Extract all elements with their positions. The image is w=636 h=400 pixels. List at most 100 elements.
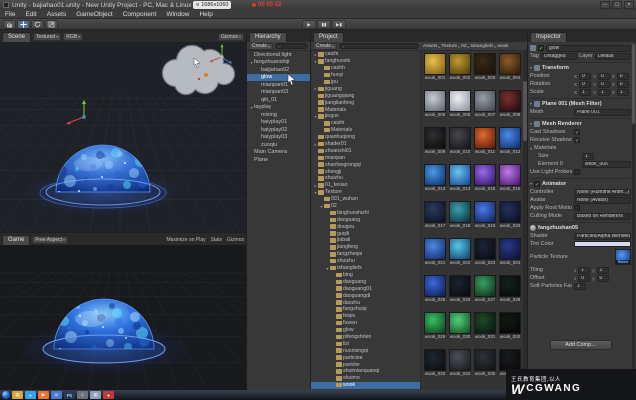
hierarchy-item-mianpan03[interactable]: mianpan03 <box>247 89 310 97</box>
project-folder-guqili[interactable]: guqili <box>311 230 420 237</box>
breadcrumb-item-texture[interactable]: Texture <box>441 44 457 49</box>
project-folder-dougou[interactable]: dougou <box>311 223 420 230</box>
asset-wook-004[interactable]: wook_004 <box>498 53 522 89</box>
project-folder-particlee[interactable]: particlee <box>311 354 420 361</box>
hierarchy-item-zuoqiu[interactable]: zuoqiu <box>247 141 310 149</box>
asset-wook-027[interactable]: wook_027 <box>473 275 497 311</box>
project-folder-mianpan[interactable]: mianpan <box>311 154 420 161</box>
position-x-field[interactable]: 0 <box>579 72 592 80</box>
add-component-button[interactable]: Add Comp... <box>549 340 612 350</box>
project-folder-jiangfeng[interactable]: jiangfeng <box>311 244 420 251</box>
project-folder-glow[interactable]: glow <box>311 327 420 334</box>
asset-wook-003[interactable]: wook_003 <box>473 53 497 89</box>
taskbar-icon-notepad[interactable]: ▥ <box>90 391 101 399</box>
project-search-input[interactable]: ○ <box>339 43 419 49</box>
tab-game[interactable]: Game <box>2 234 31 245</box>
foldout-icon[interactable]: ▾ <box>530 121 532 126</box>
asset-wook-008[interactable]: wook_008 <box>498 90 522 126</box>
mesh-filter-component-header[interactable]: ▾ Plane 001 (Mesh Filter) <box>530 98 631 108</box>
window-titlebar[interactable]: Unity - bajiahao01.unity - New Unity Pro… <box>0 0 636 10</box>
project-folder-paricler[interactable]: paricler <box>311 361 420 368</box>
scene-channel-dropdown[interactable]: RGB ▾ <box>63 32 84 41</box>
scale-x-field[interactable]: 1 <box>579 88 592 96</box>
hierarchy-item-baijiahao02[interactable]: baijiahao02 <box>247 66 310 74</box>
position-z-field[interactable]: 0 <box>616 72 629 80</box>
root-motion-checkbox[interactable] <box>574 205 580 211</box>
mesh-field[interactable]: Plane 001 <box>574 108 631 116</box>
asset-wook-023[interactable]: wook_023 <box>473 238 497 274</box>
hierarchy-item-directional-light[interactable]: Directional light <box>247 51 310 59</box>
pause-button[interactable]: ▮▮ <box>317 20 331 29</box>
hierarchy-item-haiyplay02[interactable]: haiyplay02 <box>247 126 310 134</box>
project-folder-cashh[interactable]: cashh <box>311 65 420 72</box>
asset-wook-011[interactable]: wook_011 <box>473 127 497 163</box>
hierarchy-item-mixing[interactable]: mixing <box>247 111 310 119</box>
project-folder-001-wuhan[interactable]: 001_wuhan <box>311 196 420 203</box>
asset-wook-002[interactable]: wook_002 <box>448 53 472 89</box>
project-folder-shengji[interactable]: shengji <box>311 168 420 175</box>
animator-enabled-checkbox[interactable]: ✓ <box>534 180 541 188</box>
project-folder-materials[interactable]: Materials <box>311 127 420 134</box>
scale-z-field[interactable]: 1 <box>616 88 629 96</box>
asset-wook-034[interactable]: wook_034 <box>448 349 472 385</box>
asset-wook-022[interactable]: wook_022 <box>448 238 472 274</box>
breadcrumb-item-txbangliefx[interactable]: txbangliefx <box>471 44 494 49</box>
asset-wook-032[interactable]: wook_032 <box>498 312 522 348</box>
asset-wook-005[interactable]: wook_005 <box>423 90 447 126</box>
project-folder-materials[interactable]: Materials <box>311 106 420 113</box>
asset-wook-021[interactable]: wook_021 <box>423 238 447 274</box>
taskbar-icon-explorer[interactable]: ▤ <box>12 391 23 399</box>
project-folder-feiqiu[interactable]: feiqiu <box>311 313 420 320</box>
asset-wook-017[interactable]: wook_017 <box>423 201 447 237</box>
asset-wook-012[interactable]: wook_012 <box>498 127 522 163</box>
hierarchy-create-button[interactable]: Create ▾ <box>249 42 274 50</box>
project-folder-daoguang[interactable]: daoguang <box>311 278 420 285</box>
asset-wook-014[interactable]: wook_014 <box>448 164 472 200</box>
asset-wook-020[interactable]: wook_020 <box>498 201 522 237</box>
asset-wook-013[interactable]: wook_013 <box>423 164 447 200</box>
asset-wook-035[interactable]: wook_035 <box>473 349 497 385</box>
project-folder-caizhi[interactable]: ▸ caizhi <box>311 51 420 58</box>
asset-wook-007[interactable]: wook_007 <box>473 90 497 126</box>
asset-wook-001[interactable]: wook_001 <box>423 53 447 89</box>
project-folder-daozhu[interactable]: daozhu <box>311 299 420 306</box>
project-folder-lizi[interactable]: lizi <box>311 340 420 347</box>
menu-item-file[interactable]: File <box>0 11 20 18</box>
aspect-dropdown[interactable]: Free Aspect ▾ <box>32 235 69 244</box>
tag-dropdown[interactable]: Untagged <box>540 52 578 60</box>
taskbar-icon-media-player[interactable]: ▶ <box>38 391 49 399</box>
object-name-field[interactable]: glow <box>546 44 631 52</box>
inspector-scrollbar[interactable] <box>632 44 635 388</box>
project-folder-shuimo[interactable]: shuimo <box>311 375 420 382</box>
project-folder-jiguangqiang[interactable]: jiguangqiang <box>311 92 420 99</box>
game-gizmos-dropdown[interactable]: Gizmos <box>227 237 244 243</box>
foldout-icon[interactable]: ▾ <box>530 65 532 70</box>
asset-wook-029[interactable]: wook_029 <box>423 312 447 348</box>
asset-wook-028[interactable]: wook_028 <box>498 275 522 311</box>
asset-wook-026[interactable]: wook_026 <box>448 275 472 311</box>
menu-item-component[interactable]: Component <box>118 11 162 18</box>
light-probes-checkbox[interactable] <box>574 169 580 175</box>
breadcrumb-item-02[interactable]: 02 <box>461 44 466 49</box>
scene-shading-dropdown[interactable]: Textured ▾ <box>33 32 62 41</box>
step-button[interactable]: ▶▮ <box>332 20 346 29</box>
foldout-icon[interactable]: ▾ <box>530 146 532 151</box>
close-button[interactable]: × <box>624 1 634 9</box>
project-folder-binghuoshizhi[interactable]: binghuoshizhi <box>311 209 420 216</box>
foldout-icon[interactable]: ▾ <box>530 101 532 106</box>
asset-wook-006[interactable]: wook_006 <box>448 90 472 126</box>
menu-item-assets[interactable]: Assets <box>42 11 72 18</box>
project-folder-jiabali[interactable]: jiabali <box>311 237 420 244</box>
hierarchy-item-tayplay[interactable]: ▾ tayplay <box>247 104 310 112</box>
rotation-x-field[interactable]: 0 <box>579 80 592 88</box>
project-folder-daoguang[interactable]: daoguang <box>311 216 420 223</box>
hierarchy-item-main-camera[interactable]: Main Camera <box>247 149 310 157</box>
tiling-x-field[interactable]: 1 <box>578 266 591 274</box>
project-folder-jieguo[interactable]: ▾ jieguo <box>311 113 420 120</box>
asset-wook-030[interactable]: wook_030 <box>448 312 472 348</box>
project-folder-02[interactable]: ▾ 02 <box>311 203 420 210</box>
asset-wook-031[interactable]: wook_031 <box>473 312 497 348</box>
project-folder-daoguang01[interactable]: daoguang01 <box>311 285 420 292</box>
mesh-renderer-component-header[interactable]: ▾ Mesh Renderer <box>530 118 631 128</box>
controller-field[interactable]: None (Runtime Anim...) <box>574 188 631 196</box>
